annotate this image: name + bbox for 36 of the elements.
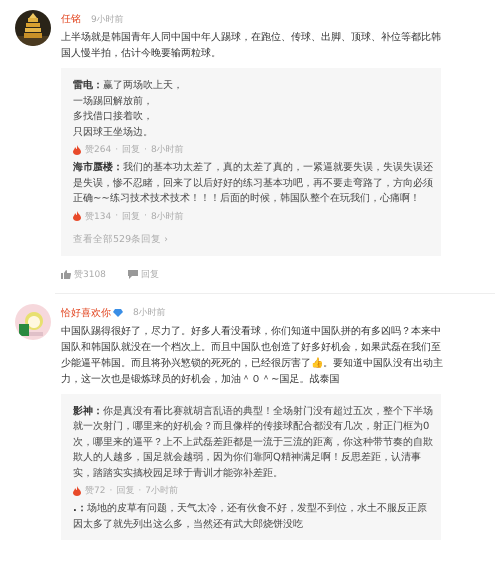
reply-button[interactable]: 回复 — [128, 268, 159, 280]
like-count[interactable]: 赞72 — [85, 484, 106, 497]
separator-dot: · — [115, 144, 118, 154]
poem-line: 多找借口接着吹， — [73, 110, 154, 124]
flame-icon — [73, 211, 81, 221]
reply-text: 海市蜃楼：我们的基本功太差了，真的太差了真的，一紧逼就要失误，失误失误还是失误，惨不忍睹，回来了以后好好的练习基本功吧，再不要走弯路了，方向必须正确~~练习技术技术技术！！！后面的时候，韩国队整个在玩我们，心痛啊！ — [73, 160, 433, 206]
comment-time: 9小时前 — [91, 14, 124, 26]
comment-text: 上半场就是韩国青年人同中国中年人踢球，在跑位、传球、出脚、顶球、补位等都比韩国人慢半拍，估计今晚要输两粒球。 — [61, 30, 442, 61]
separator-dot: · — [115, 211, 118, 221]
comment-time: 8小时前 — [133, 306, 166, 319]
flame-icon — [73, 486, 81, 496]
reply-link[interactable]: 回复 — [116, 484, 134, 497]
separator-dot: · — [138, 486, 142, 496]
username[interactable]: 恰好喜欢你 — [61, 306, 111, 320]
reply-text: .：场地的皮草有问题，天气太冷，还有伙食不好，发型不到位，水土不服反正原因太多了就先列出这么多，当然还有武大郎烧饼没吃 — [73, 502, 428, 532]
flame-icon — [73, 144, 81, 154]
reply-time: 8小时前 — [150, 144, 184, 156]
poem-line: 只因球王坐场边。 — [73, 126, 154, 140]
poem-line: 雷电：赢了两场吹上天， — [73, 78, 184, 93]
like-count[interactable]: 赞264 — [85, 143, 112, 156]
separator-dot: · — [144, 144, 147, 154]
username[interactable]: 任铭 — [61, 12, 81, 26]
separator-dot: · — [109, 486, 112, 496]
reply-time: 7小时前 — [145, 484, 178, 497]
reply-time: 8小时前 — [150, 210, 184, 222]
like-count[interactable]: 赞134 — [85, 210, 112, 222]
thumbs-up-icon — [61, 270, 71, 278]
like-button[interactable]: 赞3108 — [61, 268, 106, 280]
reply-link[interactable]: 回复 — [122, 210, 140, 222]
speech-bubble-icon — [128, 270, 138, 278]
separator-dot: · — [144, 211, 147, 221]
view-all-replies-link[interactable]: 查看全部529条回复 › — [73, 232, 168, 246]
comment-text: 中国队踢得很好了，尽力了。好多人看没看球，你们知道中国队拼的有多凶吗？本来中国队和韩国队就没在一个档次上。而且中国队也创造了好多好机会，如果武磊在我们至少能逼平韩国。而且将孙兴慜锁的死死的，已经很厉害了👍。要知道中国队没有出动主力，这一次也是锻炼球员的好机会，加油＾０＾~国足。战泰国 — [61, 324, 443, 386]
poem-line: 一场踢回解放前， — [73, 94, 154, 108]
reply-text: 影神：你是真没有看比赛就胡言乱语的典型！全场射门没有超过五次，整个下半场就一次射门，哪里来的好机会？而且像样的传接球配合都没有几次，射正门框为0次，哪里来的逼平？上不上武磊差距都是一流于三流的距离，你这种带节奏的自欺欺人的人越多，国足就会越弱，因为你们靠阿Q精神满足啊！反思差距，认清事实，踏踏实实搞校园足球于青训才能弥补差距。 — [73, 404, 433, 480]
reply-link[interactable]: 回复 — [122, 143, 140, 156]
